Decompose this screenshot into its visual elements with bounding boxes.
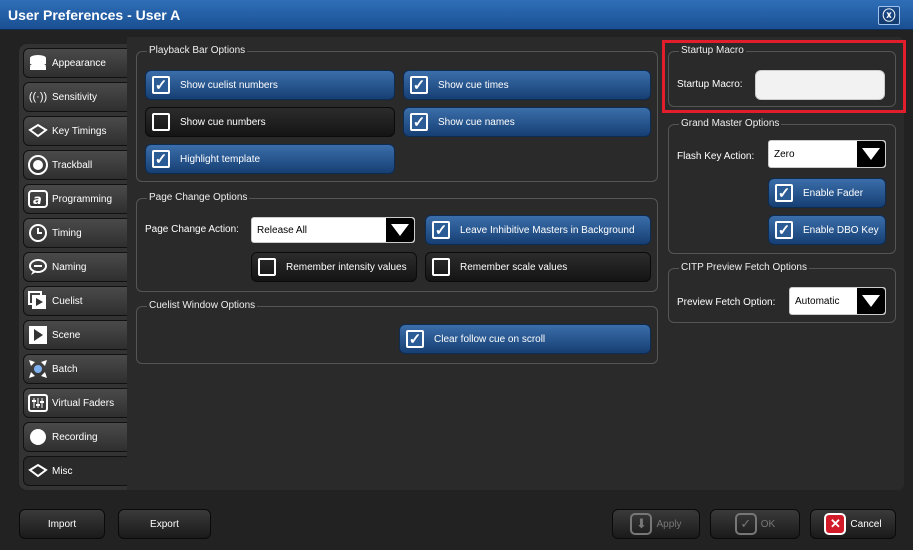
toggle-label: Clear follow cue on scroll	[434, 333, 546, 345]
preview-fetch-option-select[interactable]: Automatic	[789, 287, 886, 315]
highlight-box	[662, 40, 906, 113]
batch-icon	[27, 358, 49, 380]
sidebar-item-label: Timing	[52, 227, 82, 239]
sidebar-item-label: Naming	[52, 261, 87, 273]
sidebar-item-label: Programming	[52, 193, 113, 205]
remember-intensity-toggle[interactable]: Remember intensity values	[251, 252, 417, 282]
svg-text:a: a	[33, 193, 42, 208]
clock-icon	[27, 222, 49, 244]
checkmark-icon: ✓	[432, 221, 450, 239]
enable-dbo-key-toggle[interactable]: ✓ Enable DBO Key	[768, 215, 886, 245]
keypad-icon	[27, 120, 49, 142]
sidebar-item-label: Recording	[52, 431, 98, 443]
page-change-action-select[interactable]: Release All	[251, 217, 415, 243]
sidebar-item-label: Cuelist	[52, 295, 83, 307]
sidebar-item-label: Scene	[52, 329, 81, 341]
sidebar: Appearance ((·)) Sensitivity Key Timings…	[19, 44, 145, 490]
record-icon	[27, 426, 49, 448]
checkmark-icon: ✓	[410, 76, 428, 94]
sidebar-item-label: Key Timings	[52, 125, 107, 137]
show-cue-names-toggle[interactable]: ✓ Show cue names	[403, 107, 651, 137]
button-label: Apply	[656, 518, 682, 530]
speech-bubble-icon	[27, 256, 49, 278]
trackball-icon	[27, 154, 49, 176]
show-cue-numbers-toggle[interactable]: Show cue numbers	[145, 107, 395, 137]
checkmark-icon: ✓	[152, 150, 170, 168]
sidebar-item-label: Batch	[52, 363, 78, 375]
checkmark-icon: ✓	[775, 221, 793, 239]
toggle-label: Enable DBO Key	[803, 224, 879, 236]
cuelist-icon	[27, 290, 49, 312]
ok-button[interactable]: ✓ OK	[710, 509, 800, 539]
flash-key-action-select[interactable]: Zero	[768, 140, 886, 168]
flash-key-action-label: Flash Key Action:	[677, 151, 755, 162]
close-button[interactable]: ⓧ	[878, 6, 900, 25]
toggle-label: Enable Fader	[803, 187, 864, 199]
toggle-label: Remember scale values	[460, 261, 568, 273]
group-title: CITP Preview Fetch Options	[679, 262, 809, 273]
highlight-template-toggle[interactable]: ✓ Highlight template	[145, 144, 395, 174]
toggle-label: Show cue numbers	[180, 116, 266, 128]
preview-fetch-option-label: Preview Fetch Option:	[677, 297, 776, 308]
checkmark-icon: ✓	[152, 76, 170, 94]
programming-icon: a	[27, 188, 49, 210]
sidebar-item-label: Sensitivity	[52, 91, 98, 103]
keypad-icon	[27, 460, 49, 482]
button-label: Cancel	[850, 518, 882, 530]
show-cuelist-numbers-toggle[interactable]: ✓ Show cuelist numbers	[145, 70, 395, 100]
leave-inhibitive-masters-toggle[interactable]: ✓ Leave Inhibitive Masters in Background	[425, 215, 651, 245]
close-icon: ✕	[824, 513, 847, 535]
select-value: Release All	[257, 224, 308, 236]
toggle-label: Highlight template	[180, 153, 261, 165]
checkbox-icon	[152, 113, 170, 131]
checkbox-icon	[432, 258, 450, 276]
clear-follow-cue-toggle[interactable]: ✓ Clear follow cue on scroll	[399, 324, 651, 354]
scene-icon	[27, 324, 49, 346]
sidebar-item-label: Trackball	[52, 159, 93, 171]
chevron-down-icon	[857, 141, 885, 167]
import-button[interactable]: Import	[19, 509, 105, 539]
sidebar-item-label: Misc	[52, 465, 73, 477]
checkmark-icon: ✓	[406, 330, 424, 348]
toggle-label: Show cue times	[438, 79, 509, 91]
toggle-label: Show cue names	[438, 116, 515, 128]
page-change-action-label: Page Change Action:	[145, 224, 239, 235]
group-title: Page Change Options	[147, 192, 250, 203]
sidebar-item-label: Appearance	[52, 57, 106, 69]
sidebar-item-label: Virtual Faders	[52, 397, 115, 409]
toggle-label: Show cuelist numbers	[180, 79, 278, 91]
toggle-label: Leave Inhibitive Masters in Background	[460, 224, 635, 236]
select-value: Zero	[774, 148, 795, 160]
window-title: User Preferences - User A	[8, 7, 181, 23]
button-label: OK	[760, 518, 776, 530]
checkmark-icon: ✓	[410, 113, 428, 131]
close-icon: ⓧ	[882, 8, 896, 23]
apply-button[interactable]: ⬇ Apply	[612, 509, 700, 539]
group-title: Grand Master Options	[679, 118, 782, 129]
checkbox-icon	[258, 258, 276, 276]
button-label: Import	[47, 518, 77, 530]
chevron-down-icon	[857, 288, 885, 314]
signal-icon: ((·))	[28, 91, 48, 103]
toggle-label: Remember intensity values	[286, 261, 407, 273]
checkmark-icon: ✓	[775, 184, 793, 202]
remember-scale-toggle[interactable]: Remember scale values	[425, 252, 651, 282]
group-title: Playback Bar Options	[147, 45, 248, 56]
cancel-button[interactable]: ✕ Cancel	[810, 509, 896, 539]
button-label: Export	[150, 518, 179, 530]
faders-icon	[27, 392, 49, 414]
stack-icon	[27, 52, 49, 74]
chevron-down-icon	[386, 218, 414, 242]
export-button[interactable]: Export	[118, 509, 211, 539]
enable-fader-toggle[interactable]: ✓ Enable Fader	[768, 178, 886, 208]
select-value: Automatic	[795, 295, 840, 307]
show-cue-times-toggle[interactable]: ✓ Show cue times	[403, 70, 651, 100]
download-arrow-icon: ⬇	[630, 513, 653, 535]
group-title: Cuelist Window Options	[147, 300, 258, 311]
checkmark-icon: ✓	[734, 513, 757, 535]
title-bar: User Preferences - User A ⓧ	[0, 0, 913, 30]
